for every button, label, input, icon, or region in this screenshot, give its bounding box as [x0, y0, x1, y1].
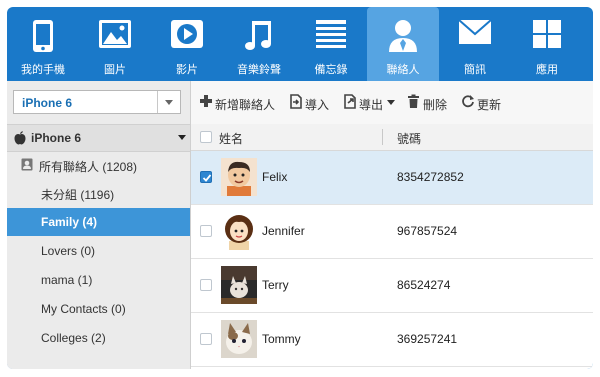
- group-label: mama (1): [41, 273, 93, 287]
- refresh-label: 更新: [477, 98, 502, 112]
- group-label: 所有聯絡人 (1208): [39, 160, 138, 174]
- contacts-book-icon: [21, 158, 33, 171]
- kitten-photo-avatar: [221, 320, 257, 358]
- group-label: My Contacts (0): [41, 302, 126, 316]
- tab-label: 我的手機: [21, 64, 65, 76]
- tab-my-phone[interactable]: 我的手機: [7, 7, 79, 81]
- group-mama[interactable]: mama (1): [7, 266, 190, 294]
- contact-phone: 967857524: [397, 224, 458, 238]
- tab-label: 音樂鈴聲: [237, 64, 281, 76]
- delete-button[interactable]: 刪除: [407, 94, 455, 112]
- contact-phone: 86524274: [397, 278, 451, 292]
- refresh-icon: [462, 95, 474, 108]
- phone-icon: [33, 20, 53, 52]
- add-contact-button[interactable]: 新增聯絡人: [199, 94, 285, 112]
- notes-icon: [316, 20, 346, 48]
- caret-down-icon: [387, 100, 395, 105]
- export-button[interactable]: 導出: [343, 94, 401, 112]
- tab-messages[interactable]: 簡訊: [439, 7, 511, 81]
- group-label: Lovers (0): [41, 244, 96, 258]
- group-label: 未分組 (1196): [41, 188, 115, 202]
- tab-contacts[interactable]: 聯絡人: [367, 7, 439, 81]
- tab-notes[interactable]: 備忘錄: [295, 7, 367, 81]
- avatar: [221, 212, 257, 250]
- contact-phone: 369257241: [397, 332, 458, 346]
- apple-icon: [14, 131, 26, 145]
- contact-name: Jennifer: [262, 224, 305, 238]
- export-icon: [344, 94, 356, 109]
- contact-name: Felix: [262, 170, 288, 184]
- tab-label: 聯絡人: [386, 64, 420, 76]
- table-row[interactable]: Felix 8354272852: [191, 151, 593, 205]
- message-icon: [458, 19, 492, 44]
- group-label: Family (4): [41, 215, 98, 229]
- import-label: 導入: [305, 98, 330, 112]
- check-icon: [202, 174, 212, 182]
- device-select[interactable]: iPhone 6: [13, 90, 181, 114]
- contact-name: Tommy: [262, 332, 301, 346]
- contact-phone: 8354272852: [397, 170, 464, 184]
- column-header-phone[interactable]: 號碼: [397, 130, 421, 147]
- group-my-contacts[interactable]: My Contacts (0): [7, 295, 190, 323]
- select-all-checkbox[interactable]: [200, 131, 212, 143]
- caret-down-icon[interactable]: [178, 135, 186, 140]
- tab-label: 圖片: [104, 64, 126, 76]
- toolbar: 新增聯絡人 導入 導出 刪除 更新: [191, 81, 593, 125]
- avatar: [221, 158, 257, 196]
- export-label: 導出: [359, 98, 384, 112]
- add-contact-label: 新增聯絡人: [215, 98, 276, 112]
- device-header-label: iPhone 6: [31, 131, 82, 145]
- avatar: [221, 266, 257, 304]
- import-button[interactable]: 導入: [289, 94, 337, 112]
- tab-label: 應用: [536, 64, 558, 76]
- table-row[interactable]: Jennifer 967857524: [191, 205, 593, 259]
- trash-icon: [408, 94, 419, 108]
- group-ungrouped[interactable]: 未分組 (1196): [7, 179, 190, 207]
- refresh-button[interactable]: 更新: [461, 94, 509, 112]
- contact-name: Terry: [262, 278, 289, 292]
- device-header[interactable]: iPhone 6: [7, 124, 190, 152]
- apps-icon: [533, 20, 561, 48]
- row-checkbox[interactable]: [200, 279, 212, 291]
- tab-label: 備忘錄: [314, 64, 348, 76]
- content-area: iPhone 6 iPhone 6 所有聯絡人 (1208) 未分組 (1196…: [7, 81, 593, 369]
- contacts-panel: 新增聯絡人 導入 導出 刪除 更新 姓名 號碼 Felix 8354272852…: [191, 81, 593, 369]
- column-header-name[interactable]: 姓名: [219, 130, 243, 147]
- cartoon-man-avatar: [221, 158, 257, 196]
- row-checkbox[interactable]: [200, 333, 212, 345]
- tab-videos[interactable]: 影片: [151, 7, 223, 81]
- sidebar: iPhone 6 iPhone 6 所有聯絡人 (1208) 未分組 (1196…: [7, 81, 191, 369]
- video-icon: [171, 20, 203, 48]
- column-divider[interactable]: [382, 129, 383, 145]
- plus-icon: [200, 95, 212, 107]
- import-icon: [290, 94, 302, 109]
- delete-label: 刪除: [423, 98, 448, 112]
- avatar: [221, 320, 257, 358]
- row-checkbox[interactable]: [200, 225, 212, 237]
- group-family[interactable]: Family (4): [7, 208, 190, 236]
- device-select-value: iPhone 6: [22, 96, 73, 110]
- row-checkbox[interactable]: [200, 171, 212, 183]
- tab-pictures[interactable]: 圖片: [79, 7, 151, 81]
- table-header: 姓名 號碼: [191, 124, 593, 151]
- group-lovers[interactable]: Lovers (0): [7, 237, 190, 265]
- tab-label: 簡訊: [464, 64, 486, 76]
- chevron-down-icon[interactable]: [157, 91, 180, 113]
- group-label: Colleges (2): [41, 331, 106, 345]
- group-colleges[interactable]: Colleges (2): [7, 324, 190, 352]
- table-row[interactable]: Terry 86524274: [191, 259, 593, 313]
- picture-icon: [99, 20, 131, 48]
- contacts-icon: [389, 20, 417, 52]
- app-window: 我的手機 圖片 影片 音樂鈴聲 備忘錄 聯絡人 簡訊 應用 iPhone 6 i…: [7, 7, 593, 369]
- tab-apps[interactable]: 應用: [511, 7, 583, 81]
- top-navigation: 我的手機 圖片 影片 音樂鈴聲 備忘錄 聯絡人 簡訊 應用: [7, 7, 593, 81]
- cartoon-girl-avatar: [221, 212, 257, 250]
- cat-photo-avatar: [221, 266, 257, 304]
- tab-music-ringtones[interactable]: 音樂鈴聲: [223, 7, 295, 81]
- tab-label: 影片: [176, 64, 198, 76]
- music-icon: [245, 21, 271, 50]
- table-row[interactable]: Tommy 369257241: [191, 313, 593, 367]
- group-all-contacts[interactable]: 所有聯絡人 (1208): [7, 151, 190, 179]
